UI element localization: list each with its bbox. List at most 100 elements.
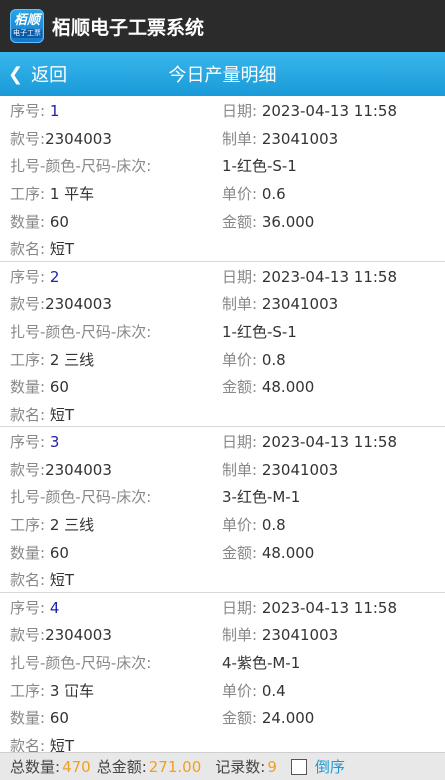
style-no-value: 2304003: [45, 295, 112, 314]
unit-price-label: 单价:: [222, 516, 258, 535]
style-no-label: 款号:: [10, 626, 46, 645]
record-item[interactable]: 序号: 3 日期: 2023-04-13 11:58 款号:2304003 制单…: [0, 427, 445, 593]
style-name-label: 款名:: [10, 571, 46, 590]
amount-label: 金额:: [222, 709, 258, 728]
back-button[interactable]: ❮ 返回: [8, 61, 67, 87]
style-no-value: 2304003: [45, 460, 112, 479]
bundle-label: 扎号-颜色-尺码-床次:: [10, 322, 152, 341]
quantity-label: 数量:: [10, 709, 46, 728]
unit-price-value: 0.8: [261, 516, 286, 535]
process-value: 2 三线: [49, 516, 95, 535]
quantity-value: 60: [49, 378, 69, 397]
app-title-bar: 栢顺 电子工票 栢顺电子工票系统: [0, 0, 445, 52]
unit-price-value: 0.8: [261, 350, 286, 369]
bundle-label: 扎号-颜色-尺码-床次:: [10, 157, 152, 176]
process-label: 工序:: [10, 350, 46, 369]
total-qty-label: 总数量:: [10, 758, 61, 776]
process-value: 2 三线: [49, 350, 95, 369]
amount-label: 金额:: [222, 212, 258, 231]
date-value: 2023-04-13 11:58: [261, 267, 398, 286]
process-label: 工序:: [10, 185, 46, 204]
record-item[interactable]: 序号: 4 日期: 2023-04-13 11:58 款号:2304003 制单…: [0, 593, 445, 752]
unit-price-label: 单价:: [222, 681, 258, 700]
amount-label: 金额:: [222, 543, 258, 562]
quantity-value: 60: [49, 212, 69, 231]
style-name-value: 短T: [49, 571, 75, 590]
summary-bar: 总数量: 470 总金额: 271.00 记录数: 9 倒序: [0, 752, 445, 780]
seq-value: 3: [49, 433, 60, 452]
amount-value: 24.000: [261, 709, 315, 728]
style-name-label: 款名:: [10, 736, 46, 752]
order-no-label: 制单:: [222, 295, 258, 314]
records-container: 序号: 1 日期: 2023-04-13 11:58 款号:2304003 制单…: [0, 96, 445, 752]
quantity-label: 数量:: [10, 543, 46, 562]
date-label: 日期:: [222, 102, 258, 121]
app-title: 栢顺电子工票系统: [52, 16, 205, 39]
record-item[interactable]: 序号: 1 日期: 2023-04-13 11:58 款号:2304003 制单…: [0, 96, 445, 262]
chevron-left-icon: ❮: [8, 63, 24, 85]
date-value: 2023-04-13 11:58: [261, 102, 398, 121]
seq-label: 序号:: [10, 102, 46, 121]
app-logo: 栢顺 电子工票: [10, 9, 44, 43]
date-label: 日期:: [222, 598, 258, 617]
style-no-value: 2304003: [45, 626, 112, 645]
amount-value: 36.000: [261, 212, 315, 231]
quantity-label: 数量:: [10, 378, 46, 397]
style-name-value: 短T: [49, 736, 75, 752]
seq-value: 1: [49, 102, 60, 121]
style-name-label: 款名:: [10, 405, 46, 424]
amount-value: 48.000: [261, 543, 315, 562]
order-no-label: 制单:: [222, 626, 258, 645]
process-value: 1 平车: [49, 185, 95, 204]
bundle-label: 扎号-颜色-尺码-床次:: [10, 653, 152, 672]
order-no-value: 23041003: [261, 295, 339, 314]
seq-label: 序号:: [10, 267, 46, 286]
seq-value: 4: [49, 598, 60, 617]
seq-label: 序号:: [10, 433, 46, 452]
bundle-label: 扎号-颜色-尺码-床次:: [10, 488, 152, 507]
date-label: 日期:: [222, 433, 258, 452]
unit-price-value: 0.4: [261, 681, 286, 700]
nav-bar: ❮ 返回 今日产量明细: [0, 52, 445, 96]
total-amount-label: 总金额:: [96, 758, 147, 776]
process-value: 3 冚车: [49, 681, 95, 700]
style-name-value: 短T: [49, 240, 75, 259]
amount-label: 金额:: [222, 378, 258, 397]
amount-value: 48.000: [261, 378, 315, 397]
style-no-value: 2304003: [45, 129, 112, 148]
record-count-value: 9: [267, 757, 277, 776]
record-list[interactable]: 序号: 1 日期: 2023-04-13 11:58 款号:2304003 制单…: [0, 96, 445, 752]
date-value: 2023-04-13 11:58: [261, 598, 398, 617]
reverse-order-label[interactable]: 倒序: [315, 756, 345, 777]
style-name-value: 短T: [49, 405, 75, 424]
quantity-value: 60: [49, 543, 69, 562]
seq-label: 序号:: [10, 598, 46, 617]
process-label: 工序:: [10, 516, 46, 535]
bundle-value: 1-红色-S-1: [222, 157, 297, 176]
date-value: 2023-04-13 11:58: [261, 433, 398, 452]
bundle-value: 3-红色-M-1: [222, 488, 301, 507]
reverse-order-checkbox[interactable]: [290, 758, 307, 775]
order-no-label: 制单:: [222, 129, 258, 148]
quantity-label: 数量:: [10, 212, 46, 231]
unit-price-label: 单价:: [222, 185, 258, 204]
style-no-label: 款号:: [10, 129, 46, 148]
unit-price-label: 单价:: [222, 350, 258, 369]
style-no-label: 款号:: [10, 295, 46, 314]
order-no-value: 23041003: [261, 626, 339, 645]
bundle-value: 4-紫色-M-1: [222, 653, 301, 672]
style-name-label: 款名:: [10, 240, 46, 259]
style-no-label: 款号:: [10, 460, 46, 479]
record-count-label: 记录数:: [215, 758, 266, 776]
total-amount-value: 271.00: [148, 757, 202, 776]
order-no-value: 23041003: [261, 129, 339, 148]
date-label: 日期:: [222, 267, 258, 286]
order-no-value: 23041003: [261, 460, 339, 479]
total-qty-value: 470: [62, 757, 91, 776]
seq-value: 2: [49, 267, 60, 286]
unit-price-value: 0.6: [261, 185, 286, 204]
record-item[interactable]: 序号: 2 日期: 2023-04-13 11:58 款号:2304003 制单…: [0, 262, 445, 427]
quantity-value: 60: [49, 709, 69, 728]
logo-text: 栢顺: [13, 13, 40, 28]
order-no-label: 制单:: [222, 460, 258, 479]
